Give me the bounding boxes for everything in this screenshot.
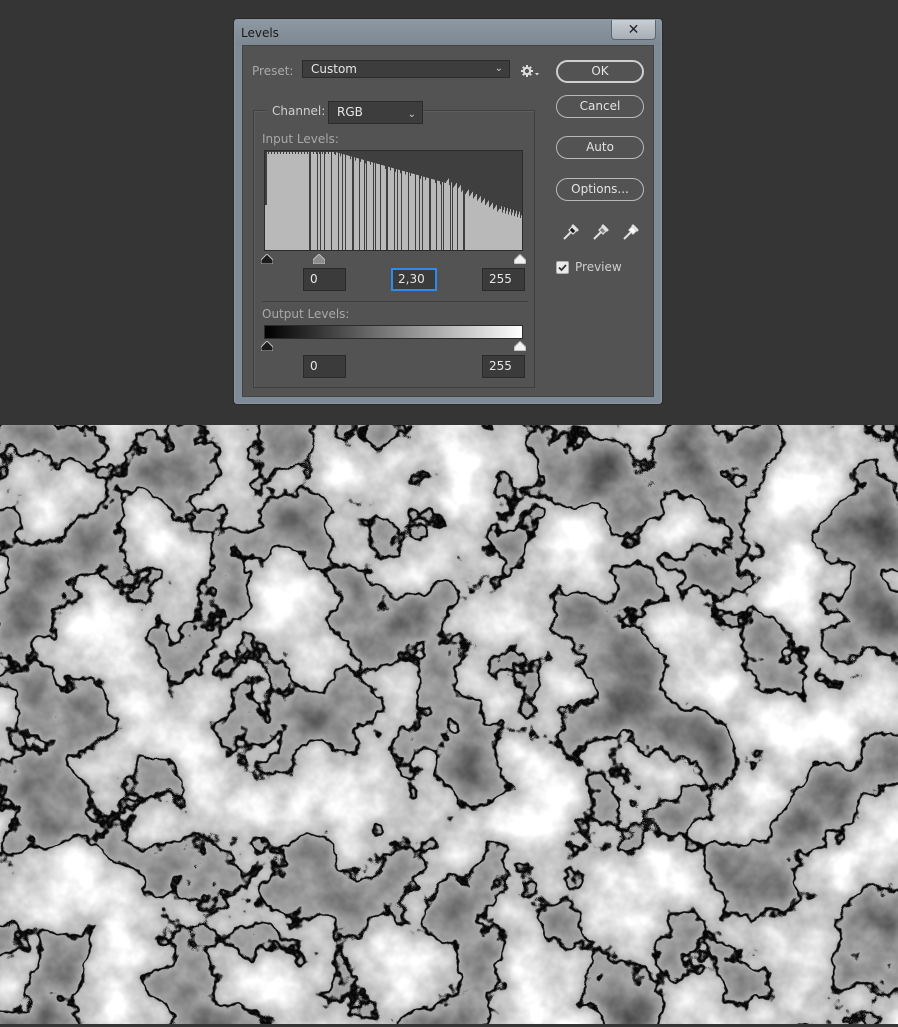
checkmark-icon <box>558 264 567 272</box>
chevron-down-icon: ⌄ <box>407 109 416 120</box>
output-black-slider[interactable] <box>260 340 274 352</box>
input-white-field[interactable]: 255 <box>482 268 525 291</box>
chevron-down-icon: ⌄ <box>494 63 503 74</box>
preview-label: Preview <box>575 260 622 274</box>
white-point-eyedropper-icon[interactable] <box>620 221 642 243</box>
output-gradient-bar <box>264 325 523 339</box>
output-white-field[interactable]: 255 <box>482 355 525 378</box>
levels-divider <box>262 301 528 302</box>
output-black-field[interactable]: 0 <box>303 355 346 378</box>
close-icon: ✕ <box>627 21 640 38</box>
preset-dropdown[interactable]: Custom ⌄ <box>302 60 510 78</box>
input-black-field[interactable]: 0 <box>303 268 346 291</box>
output-white-slider[interactable] <box>513 340 527 352</box>
options-button[interactable]: Options... <box>556 178 644 201</box>
close-button[interactable]: ✕ <box>611 20 656 40</box>
preset-label: Preset: <box>252 64 294 78</box>
cancel-button[interactable]: Cancel <box>556 95 644 118</box>
ok-button[interactable]: OK <box>556 60 644 83</box>
channel-value: RGB <box>337 105 363 119</box>
dialog-title: Levels <box>241 26 279 40</box>
channel-dropdown[interactable]: RGB ⌄ <box>328 101 423 124</box>
dialog-titlebar[interactable]: Levels ✕ <box>235 20 661 45</box>
channel-legend: Channel: <box>266 101 332 123</box>
input-gamma-field[interactable]: 2,30 <box>391 268 437 291</box>
gear-icon[interactable] <box>520 63 540 81</box>
marble-texture-image <box>0 425 898 1024</box>
histogram <box>264 150 523 251</box>
histogram-bars <box>265 152 522 250</box>
gray-point-eyedropper-icon[interactable] <box>590 221 612 243</box>
input-gamma-slider[interactable] <box>312 253 326 265</box>
preset-value: Custom <box>311 62 357 76</box>
channel-label: Channel: <box>272 104 326 118</box>
auto-button[interactable]: Auto <box>556 136 644 159</box>
black-point-eyedropper-icon[interactable] <box>560 221 582 243</box>
marble-texture-canvas <box>0 425 898 1024</box>
preview-checkbox[interactable] <box>556 261 569 274</box>
output-levels-label: Output Levels: <box>262 307 350 321</box>
input-levels-label: Input Levels: <box>262 132 339 146</box>
input-black-slider[interactable] <box>260 253 274 265</box>
input-white-slider[interactable] <box>513 253 527 265</box>
